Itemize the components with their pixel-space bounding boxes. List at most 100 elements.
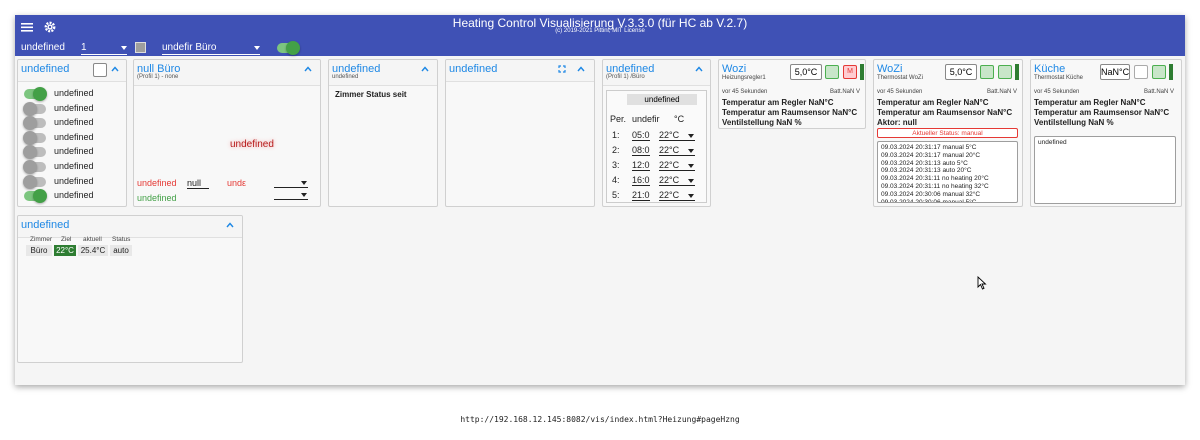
log-entry: 09.03.2024 20:30:06 manual 5°C [881,198,977,203]
last-update: vor 45 Sekunden [1034,89,1080,95]
room-toggle[interactable] [24,87,47,101]
status-text: undefined [230,139,274,150]
app-subtitle: (c) 2019-2021 Pittini, MIT License [555,28,645,34]
room-toggle-label: undefined [54,146,94,157]
expand-icon[interactable] [558,65,566,73]
status-log[interactable]: undefined [1034,136,1176,204]
setpoint-input[interactable]: 5,0°C [945,64,977,80]
card-title: undefined [21,63,70,75]
schedule-table: Per. undefined undefir °C 1: 05:0 22°C 2: 08… [606,90,707,203]
chevron-up-icon[interactable] [577,65,585,73]
battery: Batt.NaN V [1144,89,1175,95]
url-footer: http://192.168.12.145:8082/vis/index.htm… [460,415,740,424]
chevron-up-icon[interactable] [304,65,312,73]
setpoint-input[interactable]: NaN°C [1100,64,1130,80]
manual-button[interactable]: M [843,65,857,79]
select-1[interactable] [274,178,308,188]
period-temp-select[interactable]: 22°C [659,175,695,186]
room-toggle-label: undefined [54,161,94,171]
calendar-button[interactable] [980,65,994,79]
status-heading: Zimmer Status seit [335,90,407,99]
last-update: vor 45 Sekunden [877,89,923,95]
chevron-down-icon [301,181,307,185]
log-entry: 09.03.2024 20:30:06 manual 32°C [881,190,981,198]
global-toggle[interactable] [277,41,300,55]
null-input[interactable]: null [187,178,209,189]
status-log[interactable]: 09.03.2024 20:31:17 manual 5°C 09.03.2024… [877,141,1018,203]
period-number: 1: [612,130,620,140]
profile-select[interactable]: 1 [81,41,127,55]
chevron-up-icon[interactable] [111,65,119,73]
col-target: Ziel [61,236,72,243]
temp-sensor: Temperatur am Raumsensor NaN°C [1034,108,1170,117]
period-temp-value: 22°C [659,145,680,155]
red-short-label: undε [227,178,247,188]
auto-button[interactable] [998,65,1012,79]
calendar-button[interactable] [1134,65,1148,79]
chevron-down-icon [301,193,307,197]
schedule-card: undefined (Profil 1) /Büro Per. undefine… [602,59,711,207]
checkbox[interactable] [93,63,107,77]
temp-sensor: Temperatur am Raumsensor NaN°C [877,108,1013,117]
row-status: auto [110,245,132,256]
auto-button[interactable] [1152,65,1166,79]
period-time-input[interactable]: 05:0 [632,130,650,141]
thermostat-wozi2-card: WoZi Thermostat WoZi 5,0°C vor 45 Sekund… [873,59,1023,207]
select-2[interactable] [274,190,308,200]
toolbar: undefined 1 undefir Büro [15,40,1185,56]
room-toggle[interactable] [23,130,46,145]
chevron-down-icon [688,164,694,168]
valve-position: Ventilstellung NaN % [1034,118,1114,127]
thermostat-title: WoZi [877,63,903,75]
temp-regler: Temperatur am Regler NaN°C [1034,98,1146,107]
temp-regler: Temperatur am Regler NaN°C [722,98,834,107]
period-temp-select[interactable]: 22°C [659,190,695,201]
overview-card: undefined Zimmer Ziel aktuell Status Bür… [17,215,243,363]
period-number: 5: [612,190,620,200]
card-subtitle: (Profil 1) - none [137,74,179,80]
room-select[interactable]: undefir Büro [162,41,260,55]
room-toggle[interactable] [23,160,46,174]
room-toggle-label: undefined [54,102,94,113]
room-toggle[interactable] [23,174,46,189]
schedule-header: undefined [627,94,697,105]
period-number: 3: [612,160,620,170]
room-toggle[interactable] [23,101,46,116]
app-window: Heating Control Visualisierung V.3.3.0 (… [15,15,1185,385]
chevron-up-icon[interactable] [421,65,429,73]
period-temp-select[interactable]: 22°C [659,160,695,171]
status-card: undefined undefined Zimmer Status seit [328,59,438,207]
card-subtitle: undefined [332,74,359,80]
period-time-input[interactable]: 12:0 [632,160,650,171]
profile-card: null Büro (Profil 1) - none undefined un… [133,59,321,207]
status-indicator [1169,64,1173,80]
room-toggle[interactable] [23,116,46,131]
chevron-down-icon [688,179,694,183]
period-label: Per. [610,114,627,124]
chevron-down-icon [688,149,694,153]
period-temp-value: 22°C [659,175,680,185]
chevron-down-icon [254,46,260,50]
actor-state: Aktor: null [877,118,917,127]
room-toggle[interactable] [23,145,46,160]
card-title: undefined [21,219,70,231]
period-temp-select[interactable]: 22°C [659,130,695,141]
valve-position: Ventilstellung NaN % [722,118,802,127]
period-time-input[interactable]: 08:0 [632,145,650,156]
mouse-cursor-icon [977,276,987,290]
log-entry: 09.03.2024 20:31:17 manual 20°C [881,151,981,159]
room-toggle[interactable] [24,189,47,204]
chevron-up-icon[interactable] [226,221,234,229]
thermostat-title: Wozi [722,63,747,75]
col-status: Status [112,236,131,243]
undef-label: undefir [632,114,660,124]
setpoint-input[interactable]: 5,0°C [790,64,822,80]
period-temp-value: 22°C [659,190,680,200]
chevron-up-icon[interactable] [695,65,703,73]
calendar-button[interactable] [825,65,839,79]
period-time-input[interactable]: 21:0 [632,190,650,201]
log-entry: 09.03.2024 20:31:11 no heating 32°C [881,182,989,190]
period-temp-select[interactable]: 22°C [659,145,695,156]
square-icon[interactable] [135,42,146,53]
period-time-input[interactable]: 16:0 [632,175,650,186]
